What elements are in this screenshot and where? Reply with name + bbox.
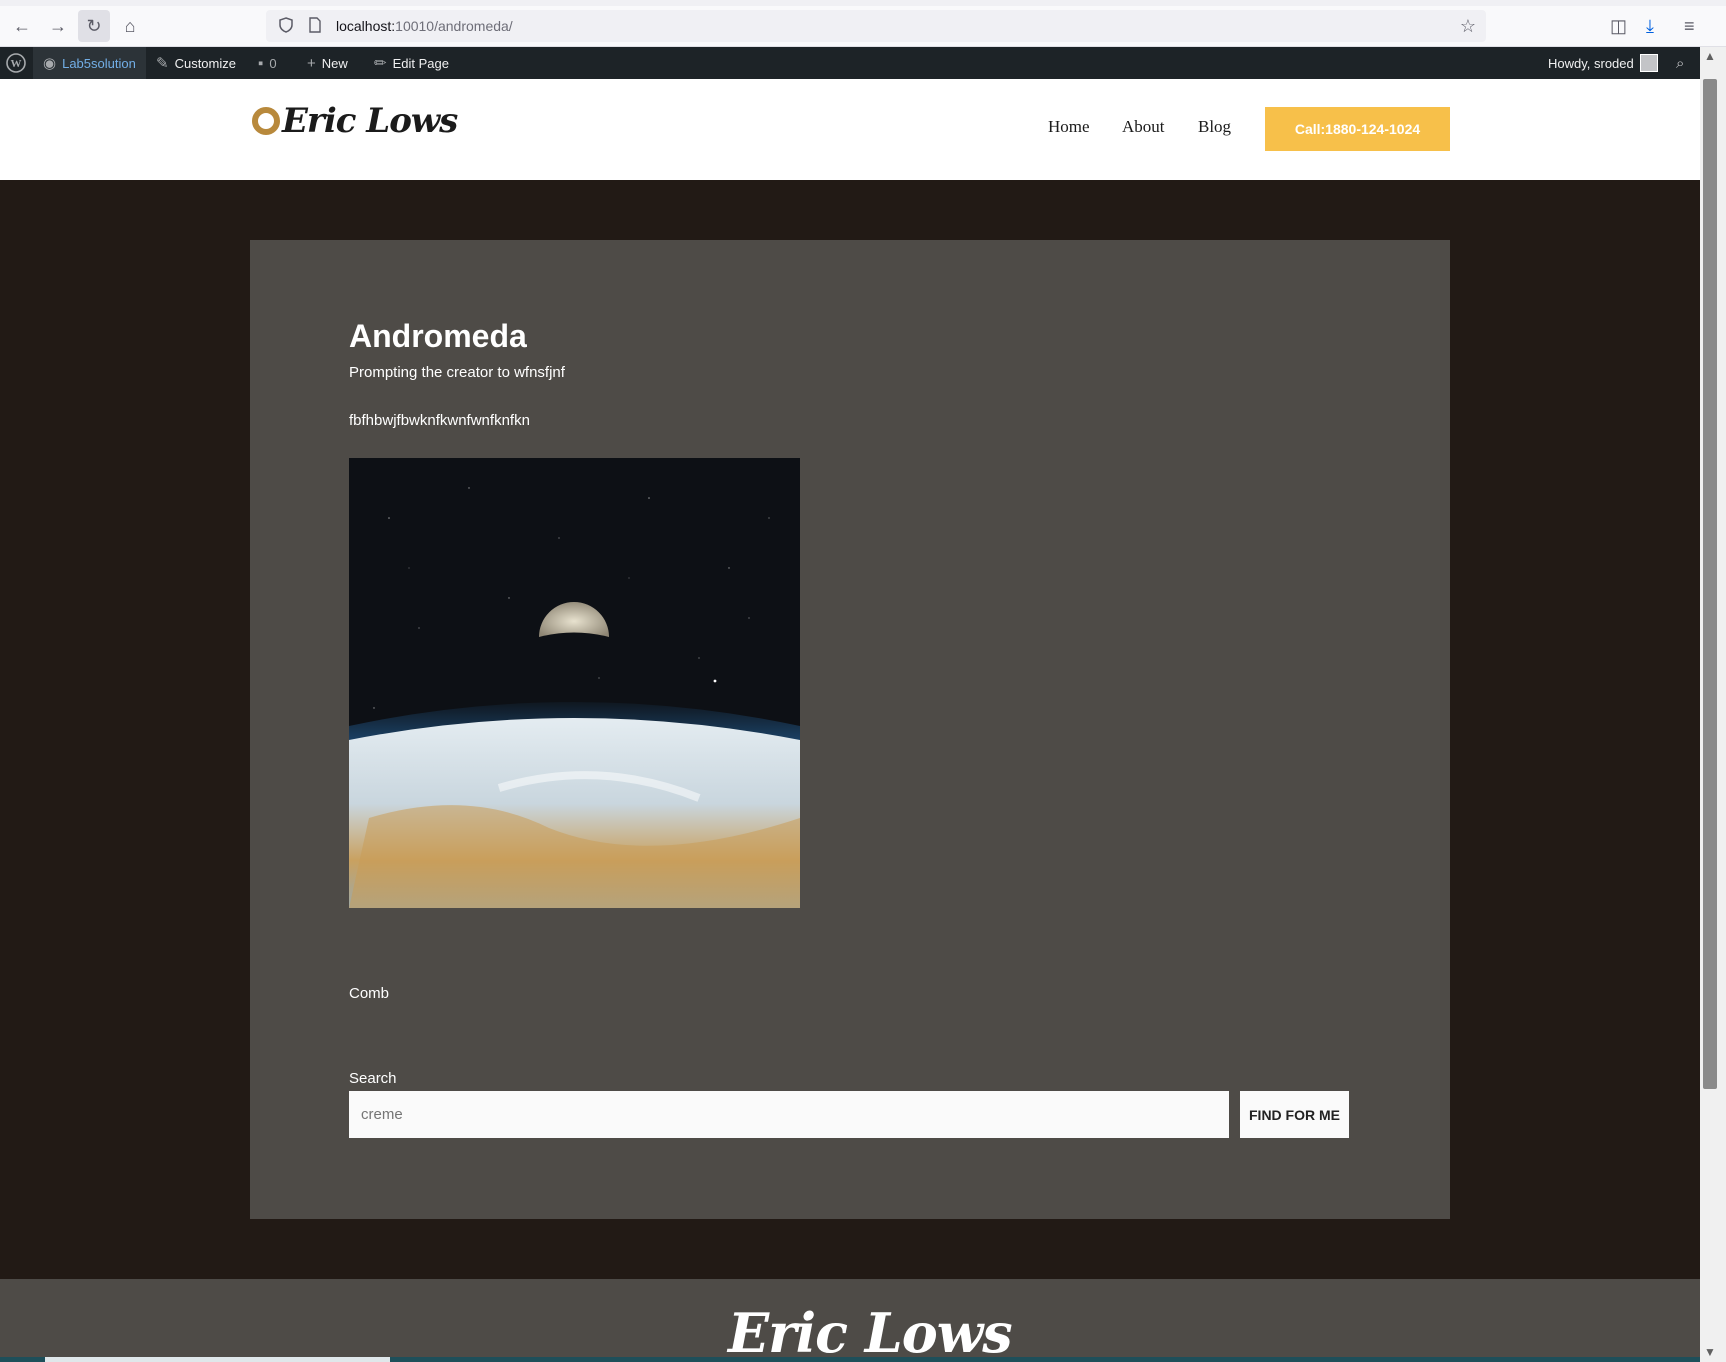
site-header: Eric Lows Home About Blog Call:1880-124-… <box>0 79 1700 180</box>
shield-icon <box>278 16 296 36</box>
bookmark-star-icon[interactable]: ☆ <box>1460 16 1476 37</box>
page-title: Andromeda <box>349 318 527 354</box>
brush-icon: ✎ <box>156 55 169 72</box>
comment-icon: ▪ <box>258 54 264 72</box>
admin-account[interactable]: Howdy, sroded <box>1548 47 1658 79</box>
post-caption: Comb <box>349 985 390 1002</box>
new-label: New <box>321 55 348 71</box>
pencil-icon: ✏ <box>374 55 387 72</box>
admin-new[interactable]: + New <box>307 47 348 79</box>
pocket-icon[interactable]: ◫ <box>1610 10 1627 42</box>
site-footer: Eric Lows <box>0 1279 1700 1362</box>
scroll-down-icon[interactable]: ▼ <box>1704 1345 1716 1359</box>
browser-toolbar: ← → ↻ ⌂ localhost: 10010/andromeda/ ☆ ◫ ⤓… <box>0 0 1726 47</box>
back-icon[interactable]: ← <box>6 10 38 42</box>
plus-icon: + <box>307 54 316 72</box>
menu-icon[interactable]: ≡ <box>1684 10 1695 42</box>
wordpress-logo-icon[interactable]: W <box>6 47 26 79</box>
download-icon[interactable]: ⤓ <box>1646 10 1654 42</box>
url-bar[interactable]: localhost: 10010/andromeda/ ☆ <box>266 10 1486 42</box>
tab-strip <box>0 0 1726 6</box>
avatar <box>1639 54 1658 72</box>
wp-admin-bar: W ◉ Lab5solution ✎ Customize ▪ 0 + New ✏… <box>0 47 1700 79</box>
site-logo[interactable]: Eric Lows <box>252 101 458 141</box>
admin-search-icon[interactable]: ⌕ <box>1676 47 1684 79</box>
nav-blog[interactable]: Blog <box>1198 117 1231 137</box>
url-host: localhost: <box>336 18 396 34</box>
admin-comments[interactable]: ▪ 0 <box>258 47 277 79</box>
post-paragraph-1: Prompting the creator to wfnsfjnf <box>349 364 565 381</box>
page-scrollbar[interactable]: ▲ ▼ <box>1700 47 1726 1362</box>
admin-edit-page[interactable]: ✏ Edit Page <box>374 47 449 79</box>
svg-text:W: W <box>11 58 22 70</box>
nav-home[interactable]: Home <box>1048 117 1090 137</box>
site-name-label: Lab5solution <box>62 55 136 71</box>
scroll-up-icon[interactable]: ▲ <box>1704 49 1716 63</box>
comments-count: 0 <box>269 55 277 71</box>
logo-text: Eric Lows <box>282 101 458 141</box>
edit-page-label: Edit Page <box>392 55 449 71</box>
forward-icon[interactable]: → <box>42 10 74 42</box>
logo-ring-icon <box>252 107 280 135</box>
page-icon <box>308 16 326 36</box>
taskbar-strip <box>0 1357 1700 1362</box>
home-icon[interactable]: ⌂ <box>114 10 146 42</box>
admin-customize[interactable]: ✎ Customize <box>156 47 236 79</box>
earth-moon-image <box>349 458 800 908</box>
nav-about[interactable]: About <box>1122 117 1165 137</box>
reload-icon[interactable]: ↻ <box>78 10 110 42</box>
dashboard-icon: ◉ <box>43 55 57 72</box>
howdy-label: Howdy, sroded <box>1548 55 1634 71</box>
footer-logo: Eric Lows <box>728 1301 1013 1362</box>
scrollbar-thumb[interactable] <box>1703 79 1717 1089</box>
search-label: Search <box>349 1070 397 1087</box>
post-paragraph-2: fbfhbwjfbwknfkwnfwnfknfkn <box>349 412 530 429</box>
content-card: Andromeda Prompting the creator to wfnsf… <box>250 240 1450 1219</box>
admin-site-name[interactable]: ◉ Lab5solution <box>33 47 146 79</box>
search-input[interactable] <box>349 1091 1229 1138</box>
search-button[interactable]: FIND FOR ME <box>1240 1091 1349 1138</box>
call-button[interactable]: Call:1880-124-1024 <box>1265 107 1450 151</box>
customize-label: Customize <box>174 55 236 71</box>
taskbar-active-item <box>45 1357 390 1362</box>
url-path: 10010/andromeda/ <box>395 18 513 34</box>
